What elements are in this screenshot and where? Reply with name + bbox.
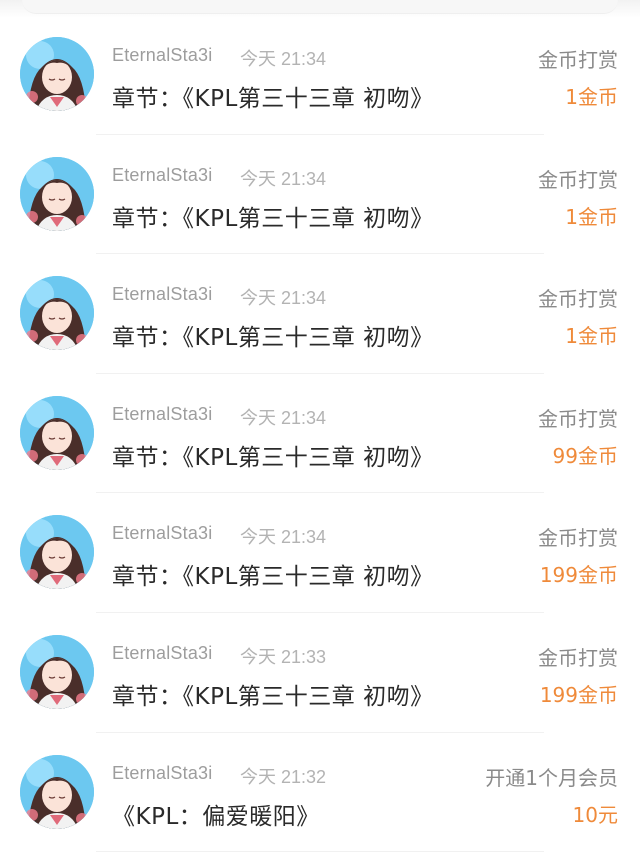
record-amount: 99金币 [552,443,618,468]
username[interactable]: EternalSta3i [112,763,212,784]
record-type: 开通1个月会员 [485,765,618,790]
list-item[interactable]: EternalSta3i 今天 21:34 章节：《KPL第三十三章 初吻》 金… [0,135,640,255]
record-type: 金币打赏 [538,287,618,312]
avatar[interactable] [20,37,94,111]
avatar[interactable] [20,395,94,470]
list-item[interactable]: EternalSta3i 今天 21:33 章节：《KPL第三十三章 初吻》 金… [0,613,640,733]
timestamp: 今天 21:34 [240,168,327,189]
record-amount: 1金币 [565,324,618,349]
reward-record-list: EternalSta3i 今天 21:34 章节：《KPL第三十三章 初吻》 金… [0,15,640,853]
timestamp: 今天 21:34 [240,288,327,309]
record-type: 金币打赏 [538,48,618,72]
avatar[interactable] [20,276,94,351]
username[interactable]: EternalSta3i [112,404,212,425]
list-item[interactable]: EternalSta3i 今天 21:34 章节：《KPL第三十三章 初吻》 金… [0,374,640,494]
record-type: 金币打赏 [538,645,618,670]
username[interactable]: EternalSta3i [112,284,212,305]
timestamp: 今天 21:34 [240,49,327,69]
timestamp: 今天 21:32 [240,766,327,787]
username[interactable]: EternalSta3i [112,165,212,186]
username[interactable]: EternalSta3i [112,643,212,664]
record-amount: 10元 [572,802,618,827]
record-type: 金币打赏 [538,167,618,192]
timestamp: 今天 21:33 [240,646,327,667]
list-item[interactable]: EternalSta3i 今天 21:34 章节：《KPL第三十三章 初吻》 金… [0,254,640,374]
record-content: 章节：《KPL第三十三章 初吻》 [112,444,434,471]
timestamp: 今天 21:34 [240,407,327,428]
record-amount: 199金币 [539,563,618,588]
record-type: 金币打赏 [538,526,618,551]
avatar[interactable] [20,515,94,590]
timestamp: 今天 21:34 [240,527,327,548]
record-content: 章节：《KPL第三十三章 初吻》 [112,683,434,710]
record-amount: 199金币 [539,682,618,707]
record-content: 章节：《KPL第三十三章 初吻》 [112,205,434,232]
record-type: 金币打赏 [538,406,618,431]
record-amount: 1金币 [565,204,618,229]
list-item[interactable]: EternalSta3i 今天 21:32 《KPL：偏爱暖阳》 开通1个月会员… [0,733,640,853]
list-item[interactable]: EternalSta3i 今天 21:34 章节：《KPL第三十三章 初吻》 金… [0,15,640,135]
record-content: 章节：《KPL第三十三章 初吻》 [112,325,434,352]
record-amount: 1金币 [565,85,618,109]
record-content: 《KPL：偏爱暖阳》 [112,803,320,830]
list-item[interactable]: EternalSta3i 今天 21:34 章节：《KPL第三十三章 初吻》 金… [0,493,640,613]
avatar[interactable] [20,156,94,231]
avatar[interactable] [20,634,94,709]
username[interactable]: EternalSta3i [112,45,212,66]
record-content: 章节：《KPL第三十三章 初吻》 [112,564,434,591]
username[interactable]: EternalSta3i [112,523,212,544]
avatar[interactable] [20,754,94,829]
divider [96,851,544,853]
record-content: 章节：《KPL第三十三章 初吻》 [112,86,434,112]
